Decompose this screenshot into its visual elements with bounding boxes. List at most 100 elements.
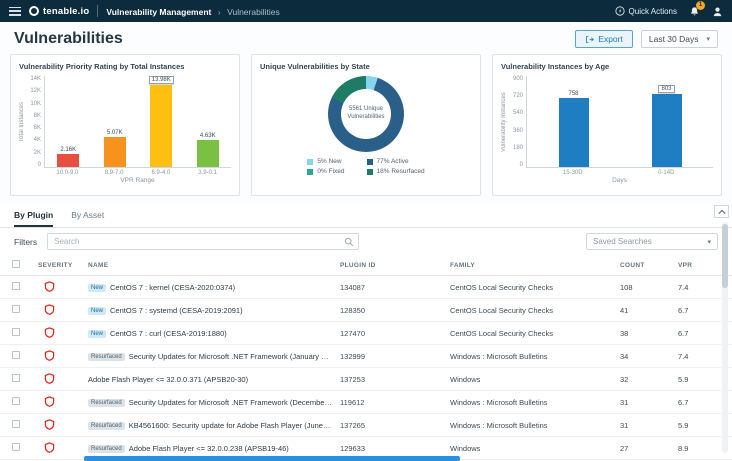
plugin-name-link[interactable]: Security Updates for Microsoft .NET Fram… bbox=[129, 398, 336, 407]
chart-bar-10.0-9.0[interactable]: 2.16K bbox=[50, 76, 86, 167]
chart-bar-8.9-7.0[interactable]: 5.07K bbox=[97, 76, 133, 167]
row-checkbox[interactable] bbox=[12, 305, 20, 313]
severity-critical-icon bbox=[44, 303, 55, 317]
search-input[interactable] bbox=[54, 237, 341, 246]
plugin-name-link[interactable]: Security Updates for Microsoft .NET Fram… bbox=[129, 352, 336, 361]
quick-actions-button[interactable]: Quick Actions bbox=[614, 6, 677, 16]
table-row[interactable]: New CentOS 7 : systemd (CESA-2019:2091) 12… bbox=[0, 298, 732, 322]
plugin-name-link[interactable]: CentOS 7 : systemd (CESA-2019:2091) bbox=[110, 306, 243, 315]
top-navigation-bar: tenable.io Vulnerability Management › Vu… bbox=[0, 0, 732, 22]
column-header-plugin-id[interactable]: PLUGIN ID bbox=[336, 255, 446, 276]
plugin-id-cell: 132999 bbox=[336, 344, 446, 368]
y-tick-label: 180 bbox=[512, 144, 523, 151]
page-title: Vulnerabilities bbox=[14, 30, 123, 47]
tab-by-asset[interactable]: By Asset bbox=[71, 210, 104, 227]
bar-value-label: 13.98K bbox=[148, 76, 174, 84]
table-header-row: SEVERITY NAME PLUGIN ID FAMILY COUNT VPR bbox=[0, 255, 732, 276]
y-tick-label: 14K bbox=[30, 76, 41, 82]
instances-by-age-card: Vulnerability Instances by Age Vulnerabi… bbox=[492, 54, 722, 196]
plugin-name-link[interactable]: CentOS 7 : kernel (CESA-2020:0374) bbox=[110, 283, 235, 292]
export-button[interactable]: Export bbox=[575, 30, 633, 48]
legend-swatch bbox=[307, 158, 314, 165]
row-checkbox[interactable] bbox=[12, 328, 20, 336]
y-tick-label: 12K bbox=[30, 88, 41, 95]
chart-title: Unique Vulnerabilities by State bbox=[260, 62, 370, 71]
plugin-name-link[interactable]: Adobe Flash Player <= 32.0.0.238 (APSB19… bbox=[129, 444, 289, 453]
vertical-scrollbar-thumb[interactable] bbox=[722, 224, 728, 288]
status-badge: Resurfaced bbox=[88, 398, 125, 407]
export-button-label: Export bbox=[598, 34, 623, 44]
vpr-by-instances-card: Vulnerability Priority Rating by Total I… bbox=[10, 54, 240, 196]
user-profile-icon[interactable] bbox=[712, 6, 723, 17]
row-checkbox[interactable] bbox=[12, 374, 20, 382]
date-range-dropdown[interactable]: Last 30 Days ▾ bbox=[640, 30, 718, 48]
search-icon bbox=[344, 237, 354, 247]
filters-button[interactable]: Filters bbox=[14, 237, 37, 247]
bar-rect bbox=[103, 137, 126, 167]
tab-by-plugin[interactable]: By Plugin bbox=[14, 210, 54, 227]
table-row[interactable]: Resurfaced Security Updates for Microsoft… bbox=[0, 344, 732, 368]
table-row[interactable]: Resurfaced Security Updates for Microsoft… bbox=[0, 390, 732, 414]
column-header-severity[interactable]: SEVERITY bbox=[34, 255, 84, 276]
charts-zone: Vulnerability Priority Rating by Total I… bbox=[0, 54, 732, 204]
column-header-name[interactable]: NAME bbox=[84, 255, 336, 276]
row-checkbox[interactable] bbox=[12, 397, 20, 405]
filter-row: Filters Saved Searches ▾ bbox=[0, 228, 732, 255]
state-donut-chart[interactable]: 5561 Unique Vulnerabilities bbox=[328, 76, 404, 152]
horizontal-scrollbar-thumb[interactable] bbox=[84, 456, 460, 461]
chart-bar-6.9-4.0[interactable]: 13.98K bbox=[143, 76, 179, 167]
vertical-scrollbar[interactable] bbox=[722, 222, 728, 453]
menu-icon[interactable] bbox=[9, 6, 21, 16]
unique-vulns-by-state-card: Unique Vulnerabilities by State 5561 Uni… bbox=[251, 54, 481, 196]
plugin-id-cell: 119612 bbox=[336, 390, 446, 414]
table-row[interactable]: New CentOS 7 : kernel (CESA-2020:0374) 134… bbox=[0, 275, 732, 299]
count-cell: 108 bbox=[616, 275, 674, 299]
column-header-count[interactable]: COUNT bbox=[616, 255, 674, 276]
count-cell: 41 bbox=[616, 298, 674, 322]
tenable-logo[interactable]: tenable.io bbox=[29, 6, 89, 17]
plugin-name-link[interactable]: CentOS 7 : curl (CESA-2019:1880) bbox=[110, 329, 227, 338]
tenable-logo-icon bbox=[29, 6, 39, 16]
x-category-label: 6.9-4.0 bbox=[151, 170, 171, 176]
breadcrumb-page: Vulnerabilities bbox=[227, 7, 280, 17]
row-checkbox[interactable] bbox=[12, 351, 20, 359]
family-cell: Windows : Microsoft Bulletins bbox=[446, 413, 616, 437]
status-badge: New bbox=[88, 306, 107, 315]
chart-bar-3.9-0.1[interactable]: 4.63K bbox=[190, 76, 226, 167]
plugin-name-link[interactable]: Adobe Flash Player <= 32.0.0.371 (APSB20… bbox=[88, 375, 248, 384]
column-header-family[interactable]: FAMILY bbox=[446, 255, 616, 276]
y-tick-label: 2K bbox=[33, 149, 41, 156]
bar-value-label: 803 bbox=[658, 85, 675, 93]
notifications-button[interactable]: 1 bbox=[689, 0, 705, 17]
chart-bar-15-30D[interactable]: 758 bbox=[539, 76, 609, 167]
saved-searches-dropdown[interactable]: Saved Searches ▾ bbox=[586, 233, 718, 250]
breadcrumb-section[interactable]: Vulnerability Management bbox=[106, 7, 211, 17]
plugins-table: SEVERITY NAME PLUGIN ID FAMILY COUNT VPR… bbox=[0, 255, 732, 461]
legend-swatch bbox=[366, 158, 373, 165]
bar-rect bbox=[651, 94, 682, 167]
x-category-label: 0-14D bbox=[658, 170, 675, 176]
table-row[interactable]: Resurfaced KB4561600: Security update for… bbox=[0, 413, 732, 437]
y-tick-label: 360 bbox=[512, 127, 523, 134]
table-row[interactable]: Adobe Flash Player <= 32.0.0.371 (APSB20… bbox=[0, 367, 732, 391]
severity-critical-icon bbox=[44, 349, 55, 363]
x-category-label: 15-30D bbox=[562, 170, 583, 176]
row-checkbox[interactable] bbox=[12, 282, 20, 290]
x-axis-label: Days bbox=[612, 177, 627, 184]
row-checkbox[interactable] bbox=[12, 420, 20, 428]
topbar-actions: Quick Actions 1 bbox=[614, 0, 723, 17]
chart-title: Vulnerability Priority Rating by Total I… bbox=[19, 62, 185, 71]
select-all-checkbox[interactable] bbox=[12, 260, 20, 268]
plugin-id-cell: 127470 bbox=[336, 321, 446, 345]
collapse-charts-button[interactable] bbox=[714, 205, 729, 218]
saved-searches-label: Saved Searches bbox=[593, 237, 652, 246]
chart-title: Vulnerability Instances by Age bbox=[501, 62, 610, 71]
chart-bar-0-14D[interactable]: 803 bbox=[632, 76, 702, 167]
legend-item-active: 77% Active bbox=[366, 158, 425, 165]
plugin-id-cell: 137253 bbox=[336, 367, 446, 391]
search-box bbox=[47, 233, 360, 250]
plugin-name-link[interactable]: KB4561600: Security update for Adobe Fla… bbox=[129, 421, 336, 430]
table-row[interactable]: New CentOS 7 : curl (CESA-2019:1880) 12747… bbox=[0, 321, 732, 345]
x-category-label: 10.0-9.0 bbox=[56, 170, 79, 176]
row-checkbox[interactable] bbox=[12, 443, 20, 451]
